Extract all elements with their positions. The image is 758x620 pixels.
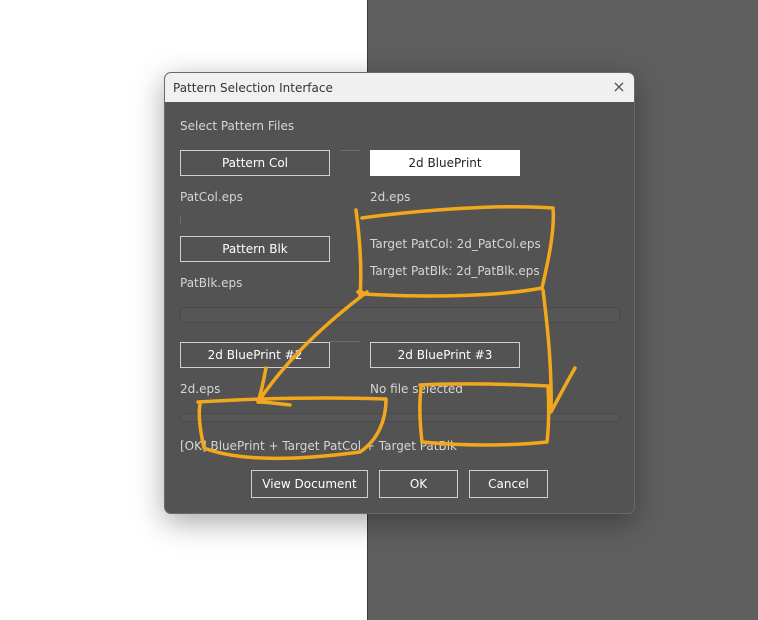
cancel-button[interactable]: Cancel <box>469 470 548 498</box>
blueprint2-file-label: 2d.eps <box>180 382 221 396</box>
blueprint2-button[interactable]: 2d BluePrint #2 <box>180 342 330 368</box>
blueprint-button[interactable]: 2d BluePrint <box>370 150 520 176</box>
dialog-title: Pattern Selection Interface <box>173 81 333 95</box>
blueprint3-file-label: No file selected <box>370 382 463 396</box>
divider <box>340 150 360 151</box>
status-text: [OK] BluePrint + Target PatCol + Target … <box>180 439 457 453</box>
pattern-blk-button[interactable]: Pattern Blk <box>180 236 330 262</box>
progress-bar <box>180 307 620 323</box>
target-patblk-label: Target PatBlk: 2d_PatBlk.eps <box>370 264 540 278</box>
blueprint3-button[interactable]: 2d BluePrint #3 <box>370 342 520 368</box>
dialog-titlebar: Pattern Selection Interface × <box>165 73 634 102</box>
separator-tick <box>180 215 181 225</box>
pattern-col-file-label: PatCol.eps <box>180 190 243 204</box>
ok-button[interactable]: OK <box>379 470 458 498</box>
section-label: Select Pattern Files <box>180 119 295 133</box>
pattern-col-button[interactable]: Pattern Col <box>180 150 330 176</box>
target-patcol-label: Target PatCol: 2d_PatCol.eps <box>370 237 541 251</box>
blueprint-file-label: 2d.eps <box>370 190 411 204</box>
pattern-blk-file-label: PatBlk.eps <box>180 276 243 290</box>
close-icon[interactable]: × <box>610 78 628 96</box>
divider <box>330 341 360 342</box>
progress-bar-2 <box>180 413 620 422</box>
view-document-button[interactable]: View Document <box>251 470 368 498</box>
pattern-selection-dialog: Pattern Selection Interface × Select Pat… <box>164 72 635 514</box>
